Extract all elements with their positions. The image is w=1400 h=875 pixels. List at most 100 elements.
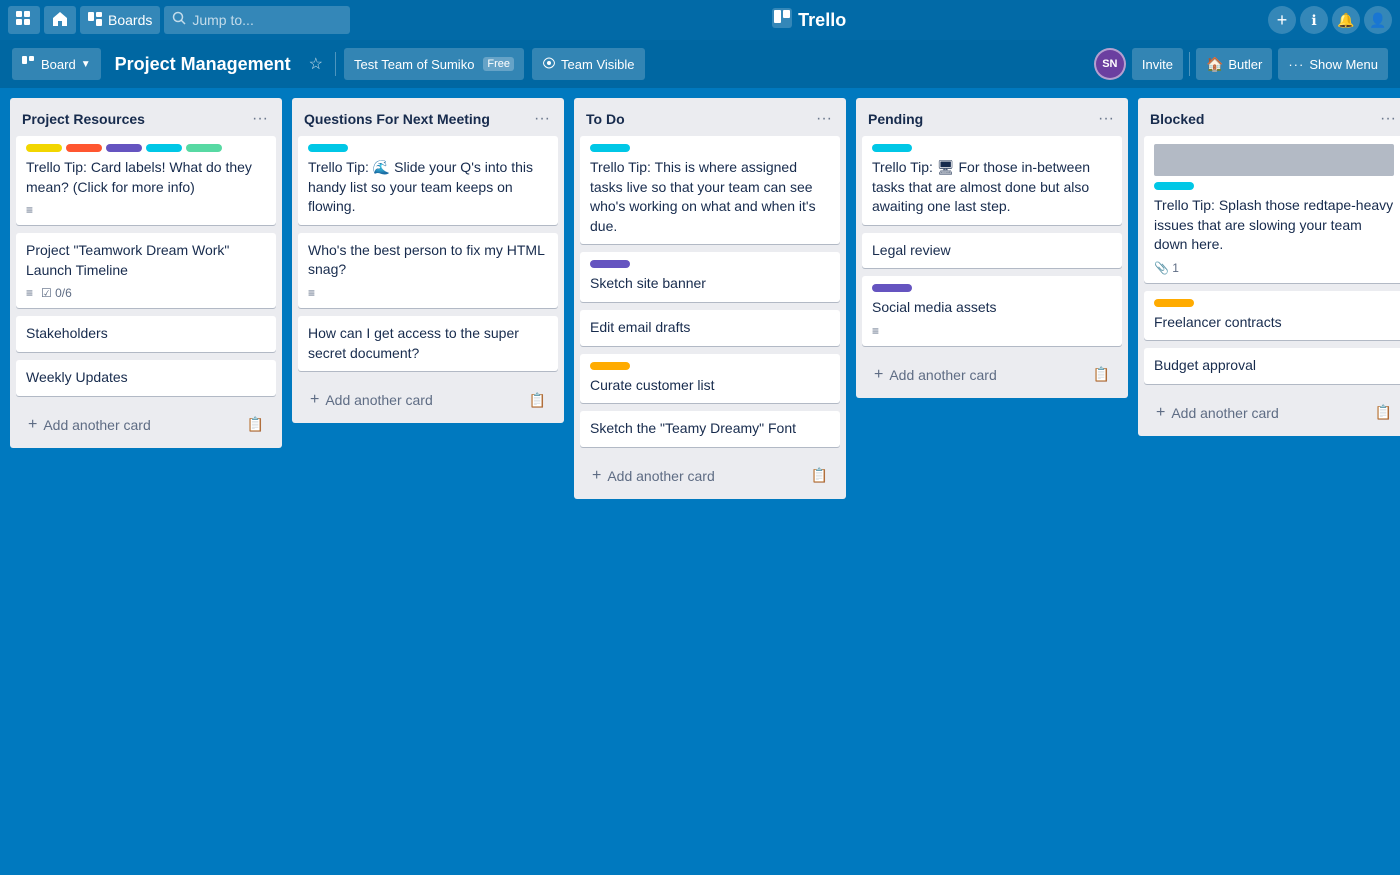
card-label bbox=[186, 144, 222, 152]
card[interactable]: Freelancer contracts bbox=[1144, 291, 1400, 341]
list-cards: Trello Tip: Splash those redtape-heavy i… bbox=[1138, 136, 1400, 392]
card-badges: ≡ bbox=[26, 203, 266, 217]
star-button[interactable]: ☆ bbox=[305, 50, 327, 78]
info-button[interactable]: ℹ bbox=[1300, 6, 1328, 34]
board-header: Board ▼ Project Management ☆ Test Team o… bbox=[0, 40, 1400, 88]
trello-logo-icon bbox=[772, 8, 792, 33]
app-title-area: Trello bbox=[354, 8, 1264, 33]
card[interactable]: Trello Tip: 🌊 Slide your Q's into this h… bbox=[298, 136, 558, 225]
add-card-button[interactable]: + Add another card 📋 bbox=[862, 358, 1122, 392]
board-title[interactable]: Project Management bbox=[109, 54, 297, 75]
card-text: Sketch the "Teamy Dreamy" Font bbox=[590, 420, 796, 436]
home-button[interactable] bbox=[44, 6, 76, 34]
team-visible-label: Team Visible bbox=[561, 57, 634, 72]
test-team-button[interactable]: Test Team of Sumiko Free bbox=[344, 48, 524, 80]
card[interactable]: Weekly Updates bbox=[16, 360, 276, 396]
add-card-label: Add another card bbox=[1171, 405, 1278, 421]
card[interactable]: Trello Tip: Splash those redtape-heavy i… bbox=[1144, 136, 1400, 283]
card-text: Budget approval bbox=[1154, 357, 1256, 373]
card[interactable]: Trello Tip: 🖥 For those in-between tasks… bbox=[862, 136, 1122, 225]
top-nav-right: + ℹ 🔔 👤 bbox=[1268, 6, 1392, 34]
profile-button[interactable]: 👤 bbox=[1364, 6, 1392, 34]
add-button[interactable]: + bbox=[1268, 6, 1296, 34]
plus-icon: + bbox=[874, 366, 883, 384]
card-label-bar bbox=[590, 144, 630, 152]
invite-label: Invite bbox=[1142, 57, 1173, 72]
list-cards: Trello Tip: 🌊 Slide your Q's into this h… bbox=[292, 136, 564, 379]
add-card-button[interactable]: + Add another card 📋 bbox=[580, 459, 840, 493]
board-content: Project Resources ··· Trello Tip: Card l… bbox=[0, 88, 1400, 875]
search-bar[interactable] bbox=[164, 6, 350, 34]
bell-icon: 🔔 bbox=[1337, 12, 1354, 29]
card-label bbox=[146, 144, 182, 152]
card-label bbox=[66, 144, 102, 152]
card-label-bar bbox=[872, 284, 912, 292]
add-icon: + bbox=[1277, 10, 1288, 31]
list-menu-button[interactable]: ··· bbox=[1374, 108, 1400, 130]
notifications-button[interactable]: 🔔 bbox=[1332, 6, 1360, 34]
card-text: Trello Tip: Splash those redtape-heavy i… bbox=[1154, 197, 1393, 252]
user-icon: 👤 bbox=[1369, 12, 1386, 29]
card[interactable]: Legal review bbox=[862, 233, 1122, 269]
card-badge: ≡ bbox=[26, 203, 33, 217]
avatar[interactable]: SN bbox=[1094, 48, 1126, 80]
card[interactable]: Stakeholders bbox=[16, 316, 276, 352]
card-badges: ≡ bbox=[308, 286, 548, 300]
team-visible-button[interactable]: Team Visible bbox=[532, 48, 644, 80]
card[interactable]: Project "Teamwork Dream Work" Launch Tim… bbox=[16, 233, 276, 308]
add-card-button[interactable]: + Add another card 📋 bbox=[1144, 396, 1400, 430]
info-icon: ℹ bbox=[1311, 12, 1316, 29]
star-icon: ☆ bbox=[309, 56, 323, 73]
add-card-button[interactable]: + Add another card 📋 bbox=[16, 408, 276, 442]
card-badge: ≡ bbox=[26, 286, 33, 300]
card[interactable]: Curate customer list bbox=[580, 354, 840, 404]
list-blocked: Blocked ··· Trello Tip: Splash those red… bbox=[1138, 98, 1400, 436]
board-view-button[interactable]: Board ▼ bbox=[12, 48, 101, 80]
card-labels bbox=[26, 144, 266, 152]
card[interactable]: Social media assets≡ bbox=[862, 276, 1122, 346]
card-text: Who's the best person to fix my HTML sna… bbox=[308, 242, 544, 278]
menu-dots-icon: ··· bbox=[1288, 57, 1304, 72]
board-view-label: Board bbox=[41, 57, 76, 72]
card-label-bar bbox=[1154, 299, 1194, 307]
card[interactable]: Who's the best person to fix my HTML sna… bbox=[298, 233, 558, 308]
plus-icon: + bbox=[1156, 404, 1165, 422]
card-cover bbox=[1154, 144, 1394, 176]
list-menu-button[interactable]: ··· bbox=[246, 108, 274, 130]
card-badges: ≡ bbox=[872, 324, 1112, 338]
add-card-label: Add another card bbox=[607, 468, 714, 484]
show-menu-button[interactable]: ··· Show Menu bbox=[1278, 48, 1388, 80]
app-title: Trello bbox=[798, 10, 846, 31]
card[interactable]: Sketch site banner bbox=[580, 252, 840, 302]
add-card-label: Add another card bbox=[325, 392, 432, 408]
board-view-icon bbox=[22, 56, 36, 73]
card-template-icon: 📋 bbox=[529, 392, 546, 409]
card[interactable]: Trello Tip: This is where assigned tasks… bbox=[580, 136, 840, 244]
butler-button[interactable]: 🏠 Butler bbox=[1196, 48, 1272, 80]
list-menu-button[interactable]: ··· bbox=[810, 108, 838, 130]
invite-button[interactable]: Invite bbox=[1132, 48, 1183, 80]
card-template-icon: 📋 bbox=[247, 416, 264, 433]
search-input[interactable] bbox=[192, 12, 342, 28]
apps-icon bbox=[16, 11, 32, 30]
card-text: Trello Tip: This is where assigned tasks… bbox=[590, 159, 816, 234]
card[interactable]: Sketch the "Teamy Dreamy" Font bbox=[580, 411, 840, 447]
card[interactable]: Budget approval bbox=[1144, 348, 1400, 384]
card[interactable]: Edit email drafts bbox=[580, 310, 840, 346]
list-pending: Pending ··· Trello Tip: 🖥 For those in-b… bbox=[856, 98, 1128, 398]
boards-button[interactable]: Boards bbox=[80, 6, 160, 34]
add-card-button[interactable]: + Add another card 📋 bbox=[298, 383, 558, 417]
list-menu-button[interactable]: ··· bbox=[1092, 108, 1120, 130]
card-text: How can I get access to the super secret… bbox=[308, 325, 519, 361]
card[interactable]: How can I get access to the super secret… bbox=[298, 316, 558, 371]
list-cards: Trello Tip: 🖥 For those in-between tasks… bbox=[856, 136, 1128, 354]
chevron-down-icon: ▼ bbox=[81, 59, 91, 70]
card[interactable]: Trello Tip: Card labels! What do they me… bbox=[16, 136, 276, 225]
divider bbox=[335, 52, 336, 76]
card-label bbox=[26, 144, 62, 152]
apps-button[interactable] bbox=[8, 6, 40, 34]
card-text: Legal review bbox=[872, 242, 951, 258]
card-label-bar bbox=[872, 144, 912, 152]
list-menu-button[interactable]: ··· bbox=[528, 108, 556, 130]
card-label-bar bbox=[590, 260, 630, 268]
